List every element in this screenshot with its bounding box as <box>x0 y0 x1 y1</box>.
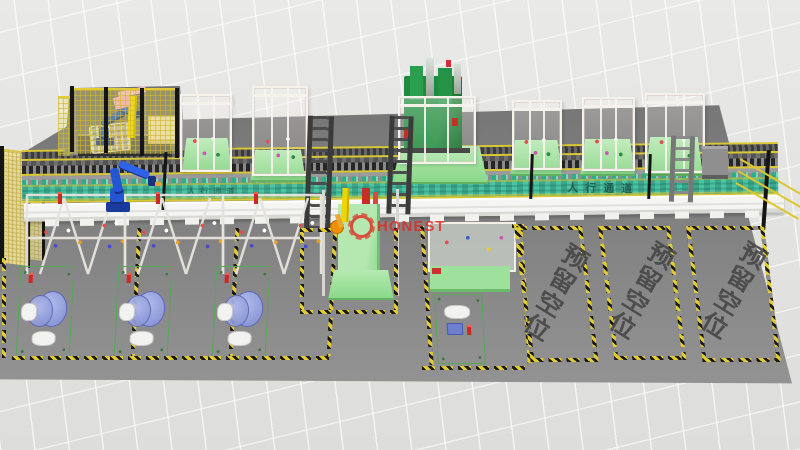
machine-box <box>227 331 252 346</box>
red-part <box>432 268 441 274</box>
hazard-border <box>422 366 526 370</box>
cage-roof <box>584 105 633 108</box>
cell-pad <box>212 266 271 358</box>
l-shaped-test-cell <box>420 222 528 374</box>
hazard-border <box>2 258 6 358</box>
hazard-border <box>300 228 332 232</box>
fence-post <box>0 146 4 264</box>
caged-station-1 <box>180 94 232 172</box>
reserved-slot-label: 预留空位 <box>598 234 682 347</box>
cage-roof <box>182 102 230 105</box>
side-equipment-box <box>702 146 728 179</box>
cage-roof <box>400 104 474 107</box>
spool-shaft <box>217 303 234 321</box>
caged-station-3 <box>512 100 562 170</box>
station-pad <box>328 270 394 300</box>
fence-post <box>175 88 179 158</box>
press-cylinder <box>454 64 461 94</box>
machine-box <box>129 331 154 346</box>
reserved-slot-label: 预留空位 <box>690 234 774 347</box>
signal-lamp <box>225 275 229 283</box>
machine-cylinder <box>444 305 471 319</box>
test-cell-slab <box>430 266 510 292</box>
watermark-brand: HONEST <box>377 218 446 235</box>
cell-fence-return <box>58 96 70 156</box>
station-machine <box>588 132 629 166</box>
gear-ring-icon <box>350 215 373 238</box>
station-machine <box>186 131 226 167</box>
signal-lamp <box>254 194 258 204</box>
robot-gripper <box>155 182 161 186</box>
winding-cell-3 <box>206 188 338 364</box>
cage-roof <box>254 94 306 97</box>
cell-pad <box>114 266 173 358</box>
spool-shaft <box>119 303 136 321</box>
station-machine <box>258 130 302 171</box>
caged-station-4 <box>582 97 635 171</box>
fence-post <box>70 86 74 152</box>
cage-roof <box>514 108 560 111</box>
hazard-border <box>530 358 598 362</box>
caged-station-2 <box>252 86 308 176</box>
fence-post <box>140 88 144 156</box>
blue-6axis-robot-2 <box>98 160 168 216</box>
press-tower <box>410 66 423 100</box>
cell-bench <box>226 222 290 256</box>
hazard-border <box>300 310 398 314</box>
hazard-border <box>702 358 780 362</box>
hazard-border <box>598 226 670 230</box>
signal-lamp <box>29 275 33 283</box>
test-cell-pad <box>434 294 486 364</box>
signal-lamp <box>467 327 471 335</box>
blue-part <box>447 323 464 335</box>
hazard-border <box>394 228 398 312</box>
machine-box <box>31 331 56 346</box>
station-machine <box>518 133 556 165</box>
hazard-border <box>686 226 764 230</box>
press-cylinder <box>426 58 434 96</box>
press-red-part <box>452 118 458 126</box>
walkway-label: 人行通道 <box>567 179 639 196</box>
center-assembly-station <box>322 186 402 316</box>
cell-bench <box>30 222 94 256</box>
cell-fence-mesh <box>70 88 178 154</box>
yellow-arm <box>341 188 349 222</box>
viewport-3d[interactable]: 人行通道 人行通道 <box>0 0 800 450</box>
frame-post <box>322 190 325 296</box>
cell-pad <box>16 266 75 358</box>
hazard-border <box>300 230 304 312</box>
spool-shaft <box>21 303 38 321</box>
reserved-slot-3: 预留空位 <box>686 226 781 362</box>
cage-roof <box>647 101 703 104</box>
press-red-cap <box>446 60 451 67</box>
hazard-border <box>614 356 686 360</box>
hazard-border <box>514 226 582 230</box>
hazard-border <box>208 356 334 360</box>
lift-tower-3 <box>669 136 695 203</box>
red-part <box>362 188 370 204</box>
signal-lamp <box>127 275 131 283</box>
cell-bench <box>128 222 192 256</box>
signal-lamp <box>58 194 62 204</box>
red-part <box>373 192 378 204</box>
fence-post <box>104 87 108 153</box>
robot-forearm <box>118 160 151 179</box>
watermark: HONEST <box>350 215 446 238</box>
cell-bench <box>292 210 326 262</box>
